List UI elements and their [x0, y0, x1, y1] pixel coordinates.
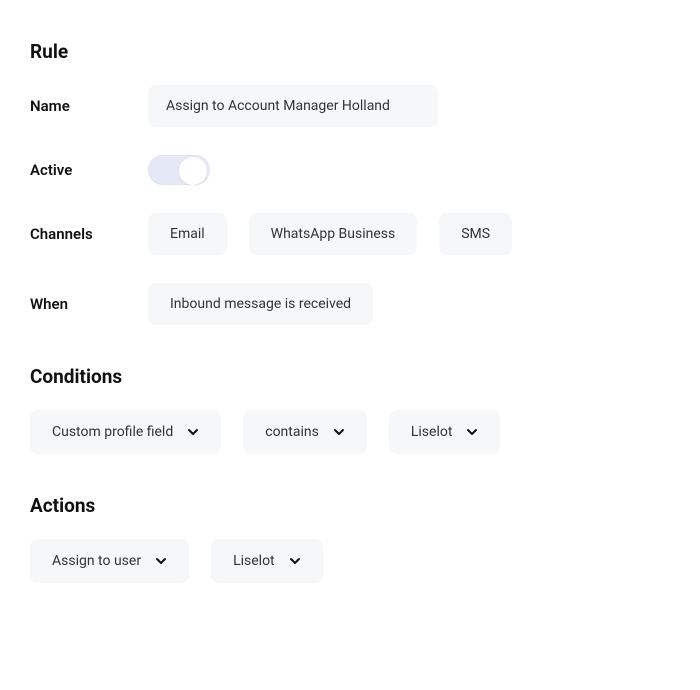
chevron-down-icon	[187, 426, 199, 438]
name-label: Name	[30, 97, 148, 115]
action-target-label: Liselot	[233, 553, 275, 569]
chevron-down-icon	[155, 555, 167, 567]
condition-field-label: Custom profile field	[52, 424, 173, 440]
action-type-label: Assign to user	[52, 553, 141, 569]
active-label: Active	[30, 161, 148, 179]
conditions-section-title: Conditions	[30, 365, 670, 388]
actions-row: Assign to user Liselot	[30, 539, 670, 583]
condition-value-label: Liselot	[411, 424, 453, 440]
toggle-knob	[179, 157, 207, 185]
chevron-down-icon	[289, 555, 301, 567]
channel-pill-email[interactable]: Email	[148, 213, 227, 255]
when-value-pill[interactable]: Inbound message is received	[148, 283, 373, 325]
channels-field-row: Channels Email WhatsApp Business SMS	[30, 213, 670, 255]
channel-pill-whatsapp[interactable]: WhatsApp Business	[249, 213, 418, 255]
channels-label: Channels	[30, 225, 148, 243]
action-target-select[interactable]: Liselot	[211, 539, 323, 583]
condition-operator-label: contains	[265, 424, 319, 440]
when-label: When	[30, 295, 148, 313]
channel-pill-sms[interactable]: SMS	[439, 213, 512, 255]
condition-value-select[interactable]: Liselot	[389, 410, 501, 454]
rule-section-title: Rule	[30, 40, 670, 63]
active-field-row: Active	[30, 155, 670, 185]
condition-operator-select[interactable]: contains	[243, 410, 367, 454]
name-field-row: Name	[30, 85, 670, 127]
name-input[interactable]	[148, 85, 438, 127]
when-field-row: When Inbound message is received	[30, 283, 670, 325]
channels-list: Email WhatsApp Business SMS	[148, 213, 512, 255]
chevron-down-icon	[466, 426, 478, 438]
condition-field-select[interactable]: Custom profile field	[30, 410, 221, 454]
active-toggle[interactable]	[148, 155, 210, 185]
chevron-down-icon	[333, 426, 345, 438]
action-type-select[interactable]: Assign to user	[30, 539, 189, 583]
conditions-row: Custom profile field contains Liselot	[30, 410, 670, 454]
actions-section-title: Actions	[30, 494, 670, 517]
